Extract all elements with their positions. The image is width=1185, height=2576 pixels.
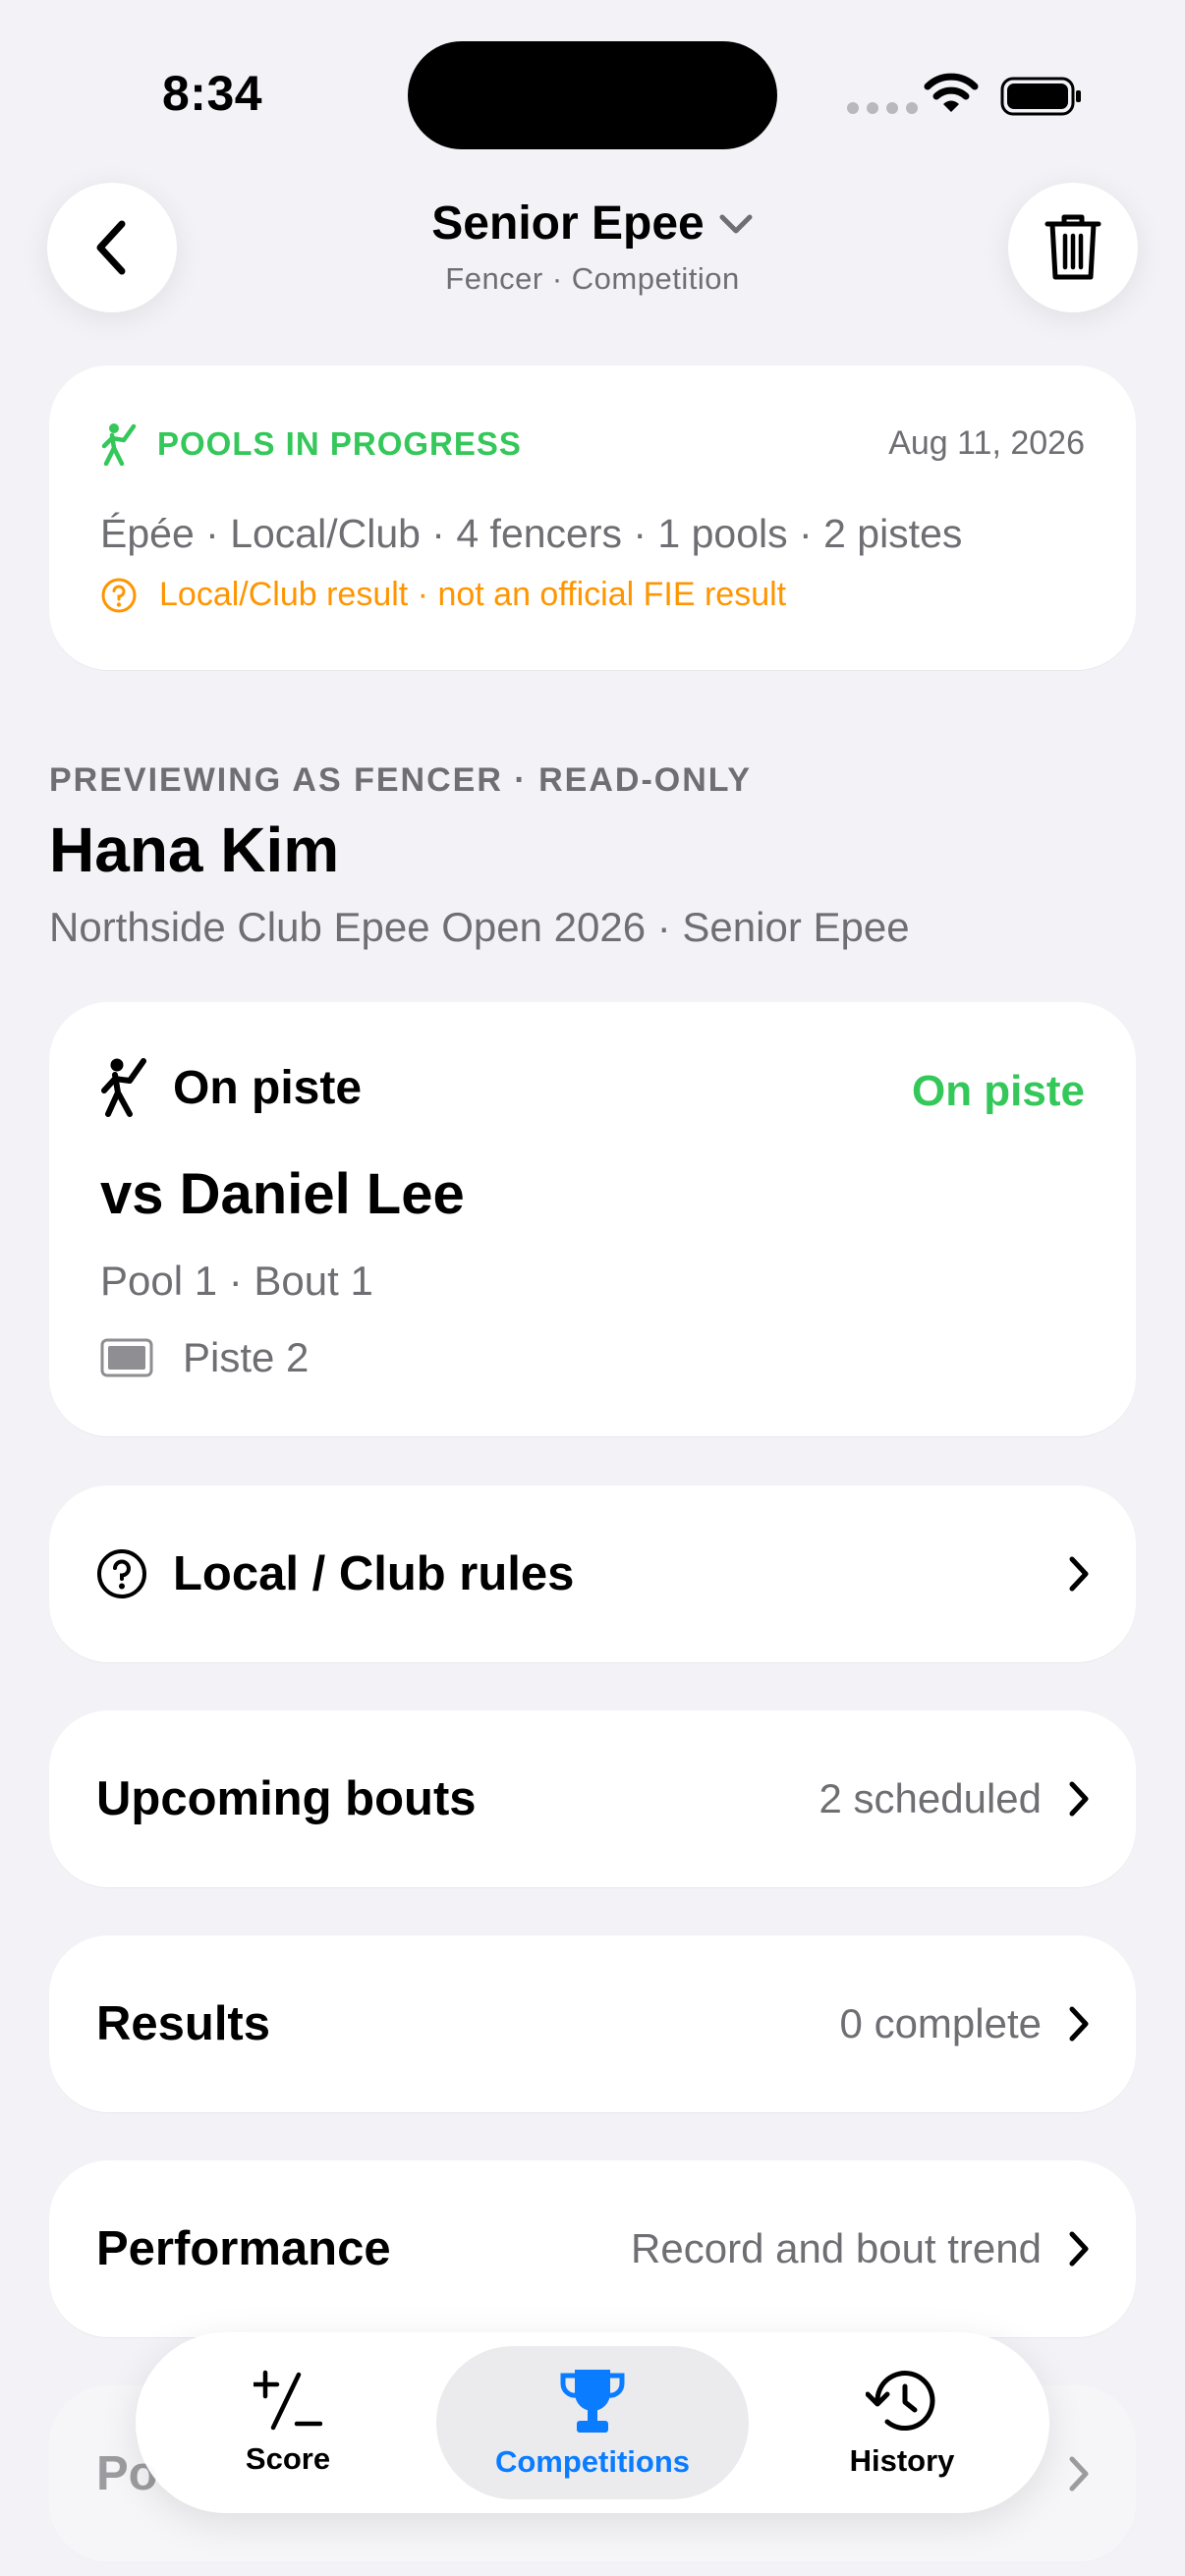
upcoming-bouts-count: 2 scheduled [818,1775,1042,1821]
question-circle-icon [96,1548,147,1599]
upcoming-bouts-title: Upcoming bouts [96,1772,477,1825]
tab-history[interactable]: History [804,2332,1000,2513]
upcoming-bouts-row[interactable]: Upcoming bouts 2 scheduled [49,1710,1136,1887]
fencer-icon [101,423,137,466]
delete-button[interactable] [1008,183,1138,312]
preview-mode-label: PREVIEWING AS FENCER · READ-ONLY [49,761,753,799]
competition-name: Northside Club Epee Open 2026 · Senior E… [49,904,910,950]
dynamic-island [408,41,777,149]
fencer-icon [101,1058,146,1117]
wifi-icon [924,73,979,119]
chevron-right-icon [1069,2456,1089,2492]
question-circle-icon [101,578,137,612]
tab-score[interactable]: Score [195,2332,381,2513]
tab-competitions[interactable]: Competitions [436,2346,749,2499]
unofficial-result-warning: Local/Club result · not an official FIE … [100,576,786,614]
competition-status-card: POOLS IN PROGRESS Aug 11, 2026 Épée · Lo… [49,365,1136,670]
status-row: POOLS IN PROGRESS [100,422,522,466]
rules-title: Local / Club rules [173,1547,575,1600]
performance-summary: Record and bout trend [631,2225,1042,2271]
piste-name: Piste 2 [183,1334,310,1380]
pool-bout-label: Pool 1 · Bout 1 [100,1258,373,1304]
rules-row[interactable]: Local / Club rules [49,1485,1136,1662]
plus-minus-icon [254,2370,322,2431]
bout-card-header: On piste [100,1057,362,1118]
piste-icon [100,1338,153,1377]
results-title: Results [96,1997,271,2050]
chevron-right-icon [1069,1781,1089,1817]
trophy-icon [560,2370,625,2433]
piste-label: Piste 2 [100,1334,309,1381]
competition-title-menu[interactable]: Senior Epee [0,196,1185,251]
current-bout-card[interactable]: On piste On piste vs Daniel Lee Pool 1 ·… [49,1002,1136,1436]
status-time: 8:34 [162,66,263,121]
opponent-name: vs Daniel Lee [100,1162,465,1226]
tab-history-label: History [849,2443,955,2478]
page-title: Senior Epee [431,197,705,250]
chevron-right-icon [1069,1556,1089,1592]
tab-competitions-label: Competitions [494,2444,691,2479]
battery-icon [1000,77,1083,121]
status-label: POOLS IN PROGRESS [157,425,522,462]
chevron-right-icon [1069,2006,1089,2042]
fencer-name: Hana Kim [49,814,340,885]
chevron-right-icon [1069,2231,1089,2267]
history-clock-icon [866,2371,935,2431]
screen: 8:34 Senior Epee Fencer · Competition PO… [0,0,1185,2576]
competition-meta: Épée · Local/Club · 4 fencers · 1 pools … [100,511,963,556]
results-row[interactable]: Results 0 complete [49,1935,1136,2112]
page-subtitle: Fencer · Competition [445,261,740,296]
performance-row[interactable]: Performance Record and bout trend [49,2160,1136,2337]
competition-date: Aug 11, 2026 [888,424,1085,462]
performance-title: Performance [96,2222,391,2275]
trash-icon [1044,214,1101,280]
bout-status-badge: On piste [911,1067,1085,1115]
tab-bar: Score Competitions History [136,2332,1049,2513]
tab-score-label: Score [245,2441,331,2476]
chevron-down-icon [719,214,753,233]
bout-card-heading: On piste [173,1061,363,1114]
results-count: 0 complete [839,2000,1042,2046]
cellular-signal-icon [847,102,918,114]
warning-text: Local/Club result · not an official FIE … [159,576,787,613]
